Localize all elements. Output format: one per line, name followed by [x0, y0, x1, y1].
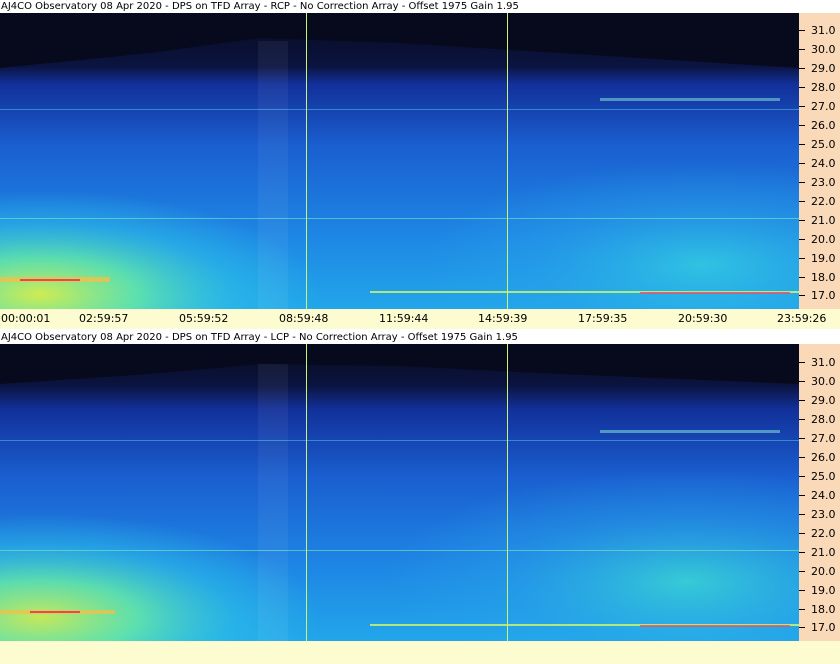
time-label: 14:59:39 [478, 312, 528, 325]
freq-tick: 28.0 [799, 82, 840, 94]
freq-tick: 18.0 [799, 272, 840, 284]
time-label: 05:59:52 [179, 312, 229, 325]
freq-tick: 25.0 [799, 471, 840, 483]
time-marker-line [507, 13, 508, 309]
frequency-axis-lcp: 31.0 30.0 29.0 28.0 27.0 26.0 25.0 24.0 … [799, 344, 840, 641]
time-marker-line [507, 344, 508, 641]
freq-tick: 17.0 [799, 622, 840, 634]
freq-tick: 26.0 [799, 120, 840, 132]
freq-tick: 19.0 [799, 253, 840, 265]
time-label: 00:00:01 [1, 312, 51, 325]
freq-tick: 20.0 [799, 566, 840, 578]
time-label: 08:59:48 [279, 312, 329, 325]
freq-tick: 20.0 [799, 234, 840, 246]
freq-tick: 30.0 [799, 376, 840, 388]
freq-tick: 28.0 [799, 414, 840, 426]
time-label: 11:59:44 [379, 312, 429, 325]
freq-tick: 31.0 [799, 357, 840, 369]
spectrogram-lcp[interactable] [0, 344, 799, 641]
spectrogram-rcp-canvas [0, 13, 799, 309]
freq-tick: 29.0 [799, 63, 840, 75]
freq-tick: 18.0 [799, 604, 840, 616]
time-label: 20:59:30 [678, 312, 728, 325]
time-marker-line [306, 344, 307, 641]
freq-tick: 17.0 [799, 290, 840, 302]
freq-tick: 21.0 [799, 547, 840, 559]
freq-tick: 23.0 [799, 177, 840, 189]
freq-tick: 25.0 [799, 139, 840, 151]
spectrogram-lcp-canvas [0, 344, 799, 641]
freq-tick: 24.0 [799, 158, 840, 170]
freq-tick: 22.0 [799, 196, 840, 208]
time-axis: 00:00:01 02:59:57 05:59:52 08:59:48 11:5… [0, 309, 840, 329]
time-marker-line [306, 13, 307, 309]
freq-tick: 23.0 [799, 509, 840, 521]
panel-title-rcp: AJ4CO Observatory 08 Apr 2020 - DPS on T… [0, 0, 799, 13]
freq-tick: 22.0 [799, 528, 840, 540]
freq-tick: 27.0 [799, 433, 840, 445]
freq-tick: 26.0 [799, 452, 840, 464]
freq-tick: 27.0 [799, 101, 840, 113]
freq-tick: 24.0 [799, 490, 840, 502]
time-label: 02:59:57 [79, 312, 129, 325]
spectrogram-rcp[interactable] [0, 13, 799, 309]
panel-title-lcp: AJ4CO Observatory 08 Apr 2020 - DPS on T… [0, 331, 799, 344]
freq-tick: 21.0 [799, 215, 840, 227]
bottom-time-axis [0, 641, 840, 664]
freq-tick: 29.0 [799, 395, 840, 407]
freq-tick: 30.0 [799, 44, 840, 56]
frequency-axis-rcp: 31.0 30.0 29.0 28.0 27.0 26.0 25.0 24.0 … [799, 13, 840, 309]
time-label: 17:59:35 [578, 312, 628, 325]
freq-tick: 31.0 [799, 25, 840, 37]
time-label: 23:59:26 [777, 312, 827, 325]
freq-tick: 19.0 [799, 585, 840, 597]
